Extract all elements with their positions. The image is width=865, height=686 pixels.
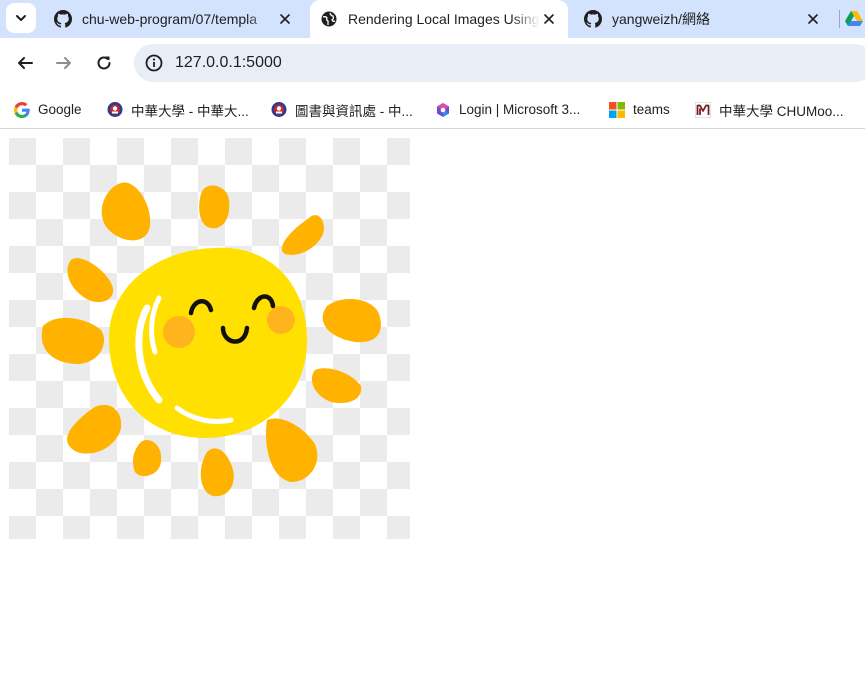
bookmark-label: Login | Microsoft 3... [459,102,581,117]
address-bar[interactable]: 127.0.0.1:5000 [134,44,865,82]
tab-title: chu-web-program/07/templa [82,11,258,27]
close-icon[interactable] [540,10,558,28]
bookmark-microsoft-login[interactable]: Login | Microsoft 3... [435,91,580,128]
tab-title: Rendering Local Images Using [348,11,540,27]
globe-icon [320,10,338,28]
right-cheek [267,306,295,334]
url-text: 127.0.0.1:5000 [175,54,282,71]
bookmark-chumoodle[interactable]: 中華大學 CHUMoo... [695,91,844,128]
close-icon[interactable] [804,10,822,28]
arrow-left-icon [18,57,33,69]
tab-separator [839,10,840,28]
bookmark-label: 圖書與資訊處 - 中... [295,103,413,119]
bookmark-library[interactable]: 圖書與資訊處 - 中... [271,91,413,128]
back-button[interactable] [10,48,40,78]
tab-rendering-local-images[interactable]: Rendering Local Images Using [310,0,568,38]
bookmark-label: teams [633,102,670,117]
tab-search-button[interactable] [6,3,36,33]
github-icon [584,10,602,28]
bookmark-google[interactable]: Google [14,91,82,128]
bookmark-chu[interactable]: 中華大學 - 中華大... [107,91,249,128]
site-info-icon[interactable] [142,51,166,75]
microsoft365-icon [435,102,451,118]
tab-title: yangweizh/網絡 [612,11,711,27]
bookmarks-bar: Google 中華大學 - 中華大... 圖書與資訊處 - 中... Login… [0,91,865,129]
moodle-m-icon [695,101,711,118]
bookmark-label: 中華大學 - 中華大... [131,103,249,119]
tab-strip: chu-web-program/07/templa Rendering Loca… [0,0,865,38]
close-icon[interactable] [276,10,294,28]
google-icon [14,101,30,118]
tab-yangweizh[interactable]: yangweizh/網絡 [574,0,832,38]
page-content [0,129,865,686]
reload-button[interactable] [89,48,119,78]
sun-image [9,138,410,539]
toolbar: 127.0.0.1:5000 [0,38,865,91]
reload-icon [97,56,111,70]
tab-chu-web-program[interactable]: chu-web-program/07/templa [46,0,304,38]
bookmark-teams[interactable]: teams [609,91,670,128]
bookmark-label: 中華大學 CHUMoo... [719,103,844,119]
arrow-right-icon [56,57,71,69]
sun-body [109,247,308,438]
chevron-down-icon [16,15,26,21]
left-cheek [163,316,195,348]
microsoft-icon [609,101,625,118]
google-drive-icon [845,10,863,28]
tab-google-drive[interactable] [845,0,865,38]
chu-logo-icon [271,102,287,118]
chu-logo-icon [107,102,123,118]
bookmark-label: Google [38,102,82,117]
github-icon [54,10,72,28]
forward-button[interactable] [49,48,79,78]
